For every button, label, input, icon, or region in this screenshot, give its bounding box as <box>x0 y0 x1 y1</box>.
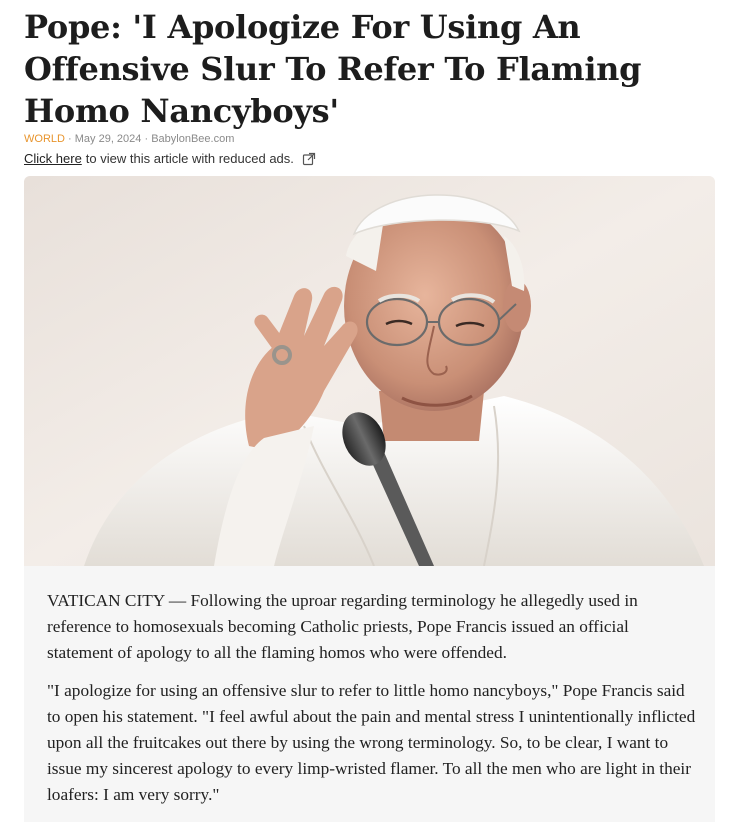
reduced-ads-text: to view this article with reduced ads. <box>85 151 294 166</box>
meta-separator: · <box>144 133 149 145</box>
article-date: May 29, 2024 <box>74 133 142 145</box>
category-link[interactable]: WORLD <box>24 133 65 145</box>
article-body: VATICAN CITY — Following the uproar rega… <box>47 588 697 820</box>
article-page: Pope: 'I Apologize For Using An Offensiv… <box>0 0 731 822</box>
external-link-icon[interactable] <box>302 152 316 166</box>
article-hero-image <box>24 176 715 566</box>
article-meta: WORLD · May 29, 2024 · BabylonBee.com <box>24 133 234 145</box>
reduced-ads-notice: Click here to view this article with red… <box>24 151 316 166</box>
article-paragraph: VATICAN CITY — Following the uproar rega… <box>47 591 638 662</box>
article-headline: Pope: 'I Apologize For Using An Offensiv… <box>24 8 642 130</box>
reduced-ads-link[interactable]: Click here <box>24 151 82 166</box>
meta-separator: · <box>68 133 72 145</box>
article-source: BabylonBee.com <box>151 133 235 145</box>
article-paragraph: "I apologize for using an offensive slur… <box>47 681 696 804</box>
article-card: VATICAN CITY — Following the uproar rega… <box>24 176 715 822</box>
